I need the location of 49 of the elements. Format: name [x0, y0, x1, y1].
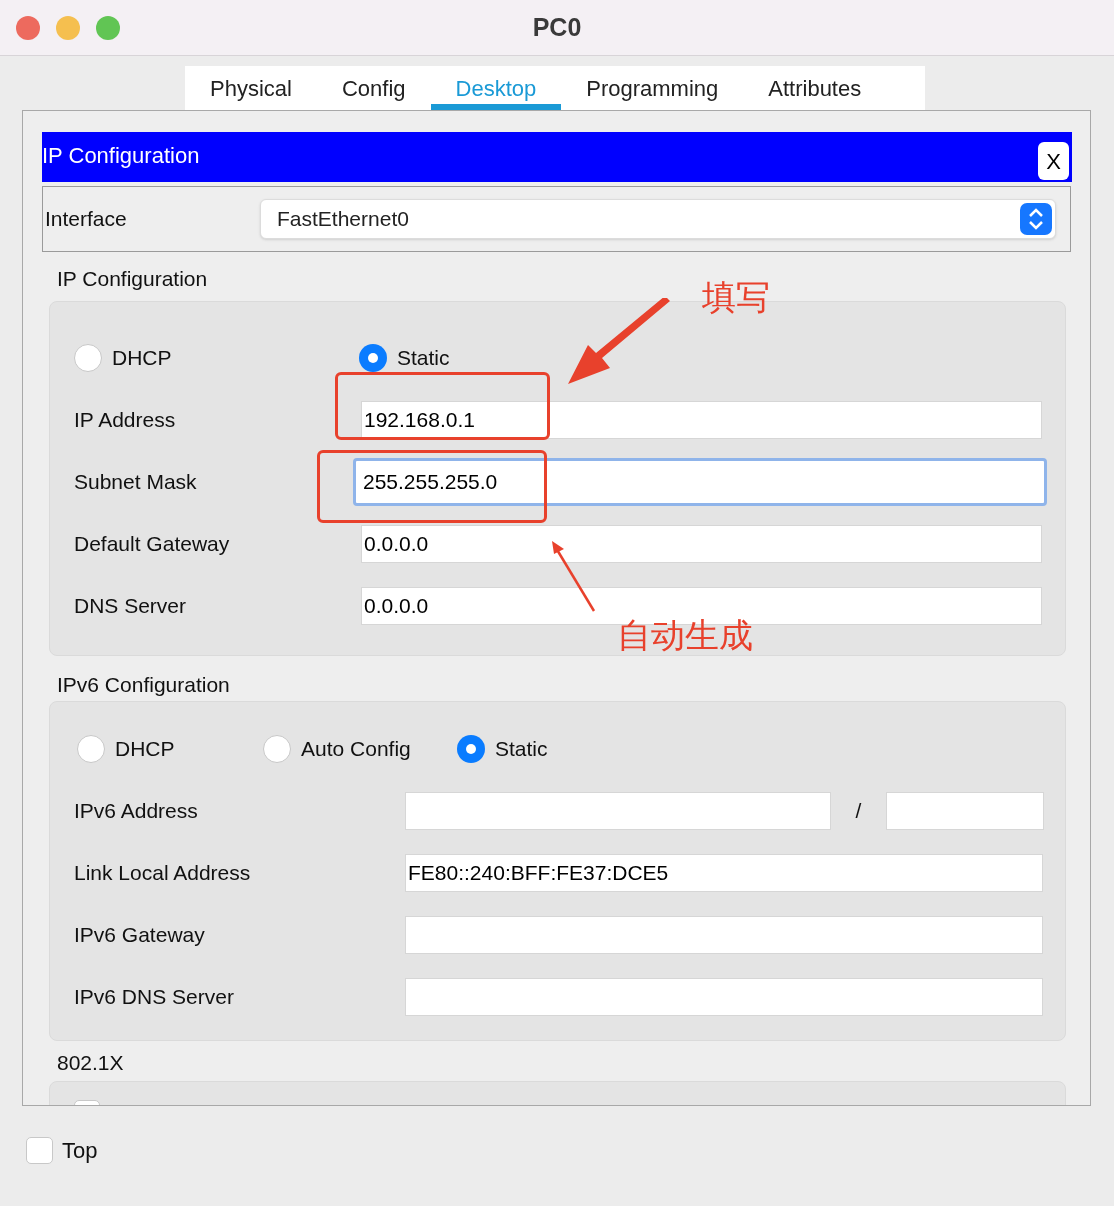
field-label: Link Local Address	[74, 860, 252, 887]
window-title: PC0	[532, 11, 582, 43]
text-field[interactable]	[405, 916, 1043, 954]
text-field[interactable]: 255.255.255.0	[353, 458, 1047, 506]
tab[interactable]: Config	[316, 66, 431, 110]
interface-dropdown[interactable]: FastEthernet0	[260, 199, 1056, 239]
arrow-icon	[566, 298, 672, 386]
radio-button[interactable]	[359, 344, 387, 372]
field-label: Subnet Mask	[74, 469, 198, 496]
section-heading: IPv6 Configuration	[57, 672, 231, 697]
field-label: IPv6 Address	[74, 798, 199, 825]
section-heading: 802.1X	[57, 1050, 125, 1075]
text-field[interactable]: 192.168.0.1	[361, 401, 1042, 439]
text-field[interactable]	[405, 978, 1043, 1016]
text-field[interactable]: 0.0.0.0	[361, 525, 1042, 563]
field-label: IPv6 Gateway	[74, 922, 206, 949]
text-field[interactable]	[886, 792, 1044, 830]
dropdown-value: FastEthernet0	[277, 206, 409, 233]
tab[interactable]: Physical	[185, 66, 317, 110]
arrow-icon	[550, 540, 596, 612]
checkbox-label: Top	[62, 1137, 98, 1165]
field-label: IP Address	[74, 407, 177, 434]
close-window-icon[interactable]	[16, 15, 40, 40]
text-field[interactable]: FE80::240:BFF:FE37:DCE5	[405, 854, 1043, 892]
tab[interactable]: Attributes	[743, 66, 887, 110]
chevron-up-down-icon	[1020, 203, 1052, 235]
radio-button[interactable]	[263, 735, 291, 763]
minimize-window-icon[interactable]	[56, 15, 80, 40]
field-label: DNS Server	[74, 593, 188, 620]
prefix-separator: /	[854, 798, 863, 825]
radio-label: Static	[397, 345, 450, 372]
tab[interactable]: Programming	[561, 66, 744, 110]
radio-button[interactable]	[457, 735, 485, 763]
radio-button[interactable]	[77, 735, 105, 763]
annotation-note: 填写	[702, 277, 770, 318]
section-heading: IP Configuration	[57, 266, 209, 291]
radio-label: DHCP	[112, 345, 172, 372]
close-button[interactable]: X	[1038, 142, 1069, 180]
radio-label: Static	[495, 736, 548, 763]
radio-label: Auto Config	[301, 736, 411, 763]
interface-label: Interface	[45, 206, 128, 233]
checkbox[interactable]	[26, 1137, 53, 1164]
dialog-title: IP Configuration	[42, 142, 200, 170]
text-field[interactable]	[405, 792, 831, 830]
radio-label: DHCP	[115, 736, 175, 763]
field-label: Default Gateway	[74, 531, 231, 558]
field-label: IPv6 DNS Server	[74, 984, 235, 1011]
maximize-window-icon[interactable]	[96, 15, 120, 40]
radio-button[interactable]	[74, 344, 102, 372]
